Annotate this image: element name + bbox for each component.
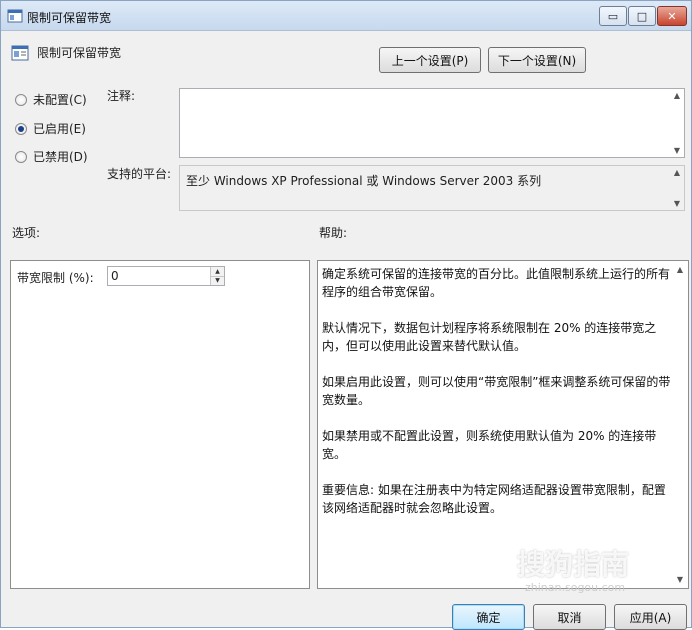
bandwidth-limit-label: 带宽限制 (%): xyxy=(17,271,94,285)
minimize-button[interactable]: ▭ xyxy=(599,6,627,26)
setting-icon xyxy=(11,45,29,61)
setting-title: 限制可保留带宽 xyxy=(37,46,122,60)
bandwidth-limit-value[interactable]: 0 xyxy=(111,269,119,283)
options-pane: 带宽限制 (%): 0 ▲ ▼ xyxy=(10,260,310,589)
radio-enabled[interactable]: 已启用(E) xyxy=(15,120,86,137)
maximize-button[interactable]: □ xyxy=(628,6,656,26)
options-label: 选项: xyxy=(12,226,41,240)
minimize-icon: ▭ xyxy=(607,9,619,23)
help-paragraph: 确定系统可保留的连接带宽的百分比。此值限制系统上运行的所有程序的组合带宽保留。 xyxy=(322,267,671,299)
scroll-down-icon[interactable]: ▼ xyxy=(674,199,680,208)
window-title: 限制可保留带宽 xyxy=(27,11,112,25)
comment-scrollbar[interactable]: ▲ ▼ xyxy=(670,89,684,157)
ok-button[interactable]: 确定 xyxy=(452,604,525,630)
radio-button[interactable] xyxy=(15,93,27,106)
scroll-down-icon[interactable]: ▼ xyxy=(677,575,683,584)
comment-textarea[interactable]: ▲ ▼ xyxy=(179,88,685,158)
spin-down-icon[interactable]: ▼ xyxy=(210,276,224,285)
radio-label: 未配置(C) xyxy=(33,93,87,107)
help-label: 帮助: xyxy=(319,226,348,240)
watermark-url: zhinan.sogou.com xyxy=(525,581,626,594)
watermark-logo: 搜狗指南 xyxy=(517,548,630,581)
next-setting-button[interactable]: 下一个设置(N) xyxy=(488,47,586,73)
policy-dialog: 限制可保留带宽 ▭ □ ✕ 限制可保留带宽 上一个设置(P) 下一个设置(N) … xyxy=(0,0,692,630)
platform-label: 支持的平台: xyxy=(107,167,172,181)
platform-box: 至少 Windows XP Professional 或 Windows Ser… xyxy=(179,165,685,211)
help-paragraph: 默认情况下，数据包计划程序将系统限制在 20% 的连接带宽之内，但可以使用此设置… xyxy=(322,321,657,353)
help-paragraph: 如果启用此设置，则可以使用“带宽限制”框来调整系统可保留的带宽数量。 xyxy=(322,375,671,407)
radio-button[interactable] xyxy=(15,150,27,163)
radio-label: 已启用(E) xyxy=(33,122,86,136)
radio-label: 已禁用(D) xyxy=(33,150,88,164)
help-scrollbar[interactable]: ▲ ▼ xyxy=(672,261,688,588)
scroll-up-icon[interactable]: ▲ xyxy=(674,168,680,177)
radio-not-configured[interactable]: 未配置(C) xyxy=(15,91,87,108)
maximize-icon: □ xyxy=(636,9,648,23)
apply-button[interactable]: 应用(A) xyxy=(614,604,687,630)
previous-setting-button[interactable]: 上一个设置(P) xyxy=(379,47,481,73)
platform-scrollbar[interactable]: ▲ ▼ xyxy=(670,166,684,210)
scroll-down-icon[interactable]: ▼ xyxy=(674,146,680,155)
help-pane: 确定系统可保留的连接带宽的百分比。此值限制系统上运行的所有程序的组合带宽保留。 … xyxy=(317,260,689,589)
help-paragraph: 如果禁用或不配置此设置，则系统使用默认值为 20% 的连接带宽。 xyxy=(322,429,657,461)
comment-label: 注释: xyxy=(107,89,136,103)
radio-disabled[interactable]: 已禁用(D) xyxy=(15,148,88,165)
platform-value: 至少 Windows XP Professional 或 Windows Ser… xyxy=(186,174,542,188)
help-paragraph: 重要信息: 如果在注册表中为特定网络适配器设置带宽限制，配置该网络适配器时就会忽… xyxy=(322,483,666,515)
title-bar: 限制可保留带宽 ▭ □ ✕ xyxy=(1,1,691,31)
scroll-up-icon[interactable]: ▲ xyxy=(677,265,683,274)
bandwidth-limit-stepper[interactable]: 0 ▲ ▼ xyxy=(107,266,225,286)
spin-up-icon[interactable]: ▲ xyxy=(210,267,224,277)
scroll-up-icon[interactable]: ▲ xyxy=(674,91,680,100)
policy-icon xyxy=(7,9,23,23)
cancel-button[interactable]: 取消 xyxy=(533,604,606,630)
close-icon: ✕ xyxy=(667,9,677,23)
close-button[interactable]: ✕ xyxy=(657,6,687,26)
help-text: 确定系统可保留的连接带宽的百分比。此值限制系统上运行的所有程序的组合带宽保留。 … xyxy=(322,265,672,535)
radio-button-checked[interactable] xyxy=(15,122,27,135)
